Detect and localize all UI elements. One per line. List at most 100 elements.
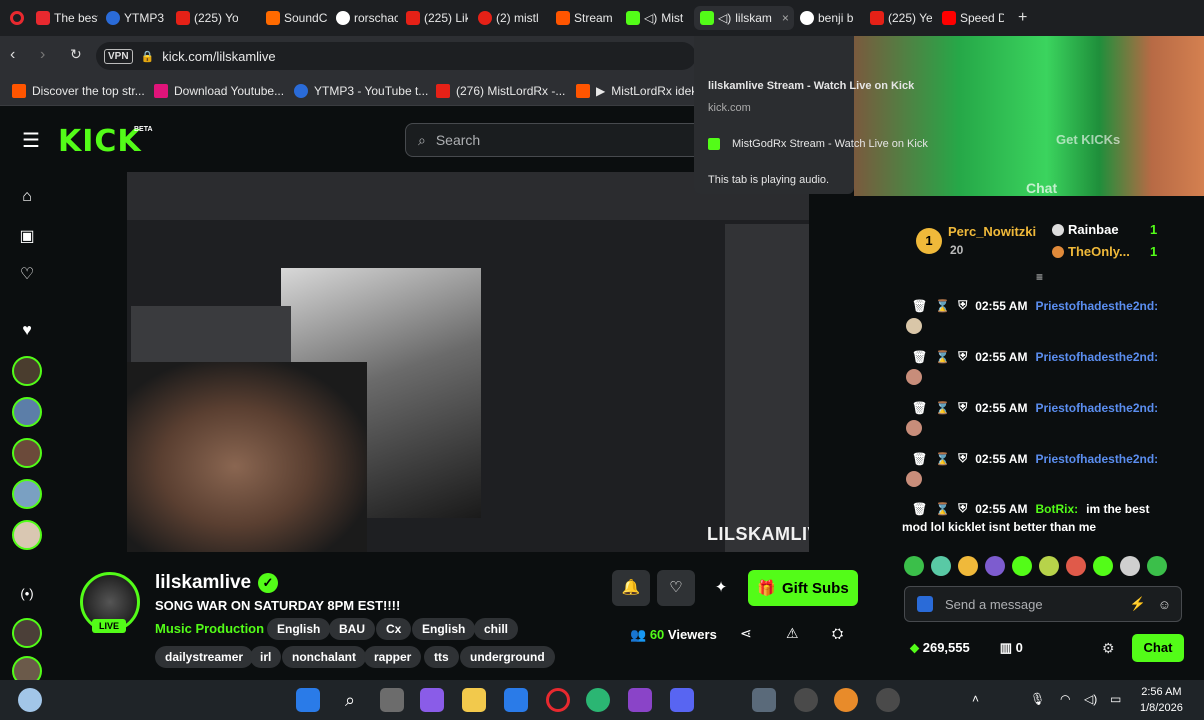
- reload-icon[interactable]: ↻: [70, 46, 82, 63]
- message-user[interactable]: BotRix:: [1035, 502, 1078, 516]
- close-tab-icon[interactable]: ×: [782, 11, 789, 25]
- kick-emote-icon[interactable]: [917, 596, 933, 612]
- home-icon[interactable]: ⌂: [17, 188, 37, 208]
- chat-settings-icon[interactable]: ⚙: [1102, 640, 1115, 657]
- points-display[interactable]: ⬥ 269,555: [910, 640, 970, 656]
- tag[interactable]: chill: [474, 618, 519, 640]
- taskbar-clock[interactable]: 2:56 AM 1/8/2026: [1140, 684, 1183, 716]
- timeout-icon[interactable]: ⌛: [935, 502, 950, 516]
- windows-start-icon[interactable]: [296, 688, 320, 712]
- kick-logo[interactable]: KICK: [58, 124, 142, 159]
- fl-studio-icon[interactable]: [834, 688, 858, 712]
- copilot-icon[interactable]: [420, 688, 444, 712]
- chat-send-button[interactable]: Chat: [1132, 634, 1184, 662]
- browser-tab[interactable]: YTMP3: [106, 6, 168, 30]
- browser-tab[interactable]: benji b: [800, 6, 862, 30]
- tag[interactable]: BAU: [329, 618, 375, 640]
- url-field[interactable]: VPN 🔒 kick.com/lilskamlive: [96, 42, 696, 70]
- share-icon[interactable]: ⋖: [740, 625, 752, 642]
- forward-icon[interactable]: ›: [40, 46, 45, 64]
- emote-icon[interactable]: [1012, 556, 1032, 576]
- timeout-icon[interactable]: ⌛: [935, 350, 950, 364]
- clip-button[interactable]: ✦: [702, 570, 740, 606]
- browser-tab[interactable]: (225) Yo: [176, 6, 238, 30]
- following-heart-icon[interactable]: ♡: [17, 264, 37, 284]
- vpn-badge[interactable]: VPN: [104, 48, 133, 64]
- opera-logo-icon[interactable]: [10, 11, 24, 25]
- emote-icon[interactable]: [985, 556, 1005, 576]
- followed-channel-avatar[interactable]: [12, 520, 42, 550]
- tag[interactable]: dailystreamer: [155, 646, 254, 668]
- followed-channel-avatar[interactable]: [12, 479, 42, 509]
- new-tab-icon[interactable]: +: [1018, 9, 1027, 27]
- chat-message-input[interactable]: Send a message ⚡ ☺: [904, 586, 1182, 622]
- emote-icon[interactable]: [1120, 556, 1140, 576]
- search-input[interactable]: ⌕ Search: [405, 123, 705, 157]
- delete-icon[interactable]: 🗑: [912, 401, 927, 415]
- followed-channel-avatar[interactable]: [12, 397, 42, 427]
- discord-icon[interactable]: [670, 688, 694, 712]
- tag[interactable]: rapper: [364, 646, 422, 668]
- stream-category[interactable]: Music Production: [155, 621, 264, 636]
- browser-tab-active[interactable]: ◁) lilskam ×: [694, 6, 794, 30]
- opera-icon[interactable]: [546, 688, 570, 712]
- bookmark-item[interactable]: Discover the top str...: [12, 84, 145, 98]
- tag[interactable]: underground: [460, 646, 555, 668]
- message-user[interactable]: Priestofhadesthe2nd:: [1035, 452, 1158, 466]
- weather-icon[interactable]: [18, 688, 42, 712]
- recommended-channel-avatar[interactable]: [12, 618, 42, 648]
- channel-name[interactable]: lilskamlive: [155, 572, 251, 594]
- followed-channel-avatar[interactable]: [12, 438, 42, 468]
- unfollow-button[interactable]: ♡: [657, 570, 695, 606]
- tag[interactable]: English: [412, 618, 476, 640]
- obs-icon[interactable]: [794, 688, 818, 712]
- followed-heart-icon[interactable]: ♥: [17, 322, 37, 342]
- bookmark-item[interactable]: Download Youtube...: [154, 84, 284, 98]
- task-view-icon[interactable]: [380, 688, 404, 712]
- back-icon[interactable]: ‹: [10, 46, 15, 64]
- bookmark-item[interactable]: YTMP3 - YouTube t...: [294, 84, 428, 98]
- emote-icon[interactable]: [904, 556, 924, 576]
- timeout-icon[interactable]: ⌛: [935, 299, 950, 313]
- browse-icon[interactable]: ▣: [17, 226, 37, 246]
- search-icon[interactable]: ⌕: [338, 688, 362, 712]
- report-icon[interactable]: ⚠: [786, 625, 799, 642]
- tag[interactable]: English: [267, 618, 331, 640]
- emote-icon[interactable]: [1147, 556, 1167, 576]
- ban-icon[interactable]: ⛨: [958, 400, 967, 415]
- browser-tab[interactable]: rorschac: [336, 6, 398, 30]
- video-editor-icon[interactable]: [628, 688, 652, 712]
- gifter-name[interactable]: TheOnly...: [1068, 244, 1130, 259]
- message-user[interactable]: Priestofhadesthe2nd:: [1035, 299, 1158, 313]
- media-player-icon[interactable]: [876, 688, 900, 712]
- emote-icon[interactable]: [1066, 556, 1086, 576]
- emote-icon[interactable]: [958, 556, 978, 576]
- message-user[interactable]: Priestofhadesthe2nd:: [1035, 401, 1158, 415]
- emote-icon[interactable]: [1093, 556, 1113, 576]
- emote-icon[interactable]: [1039, 556, 1059, 576]
- ban-icon[interactable]: ⛨: [958, 349, 967, 364]
- volume-icon[interactable]: ◁): [1084, 692, 1097, 706]
- browser-tab[interactable]: Stream: [556, 6, 618, 30]
- browser-tab[interactable]: ◁) Mist: [626, 6, 688, 30]
- gift-subs-button[interactable]: 🎁 Gift Subs: [748, 570, 858, 606]
- gift-counter[interactable]: ▥ 0: [1000, 640, 1023, 656]
- delete-icon[interactable]: 🗑: [912, 502, 927, 516]
- timeout-icon[interactable]: ⌛: [935, 452, 950, 466]
- notification-bell-button[interactable]: 🔔: [612, 570, 650, 606]
- profile-card-icon[interactable]: ⛭: [832, 625, 843, 642]
- browser-tab[interactable]: (2) mistl: [478, 6, 540, 30]
- edge-icon[interactable]: [586, 688, 610, 712]
- emoji-icon[interactable]: ☺: [1158, 597, 1171, 612]
- command-icon[interactable]: ⚡: [1130, 596, 1146, 612]
- delete-icon[interactable]: 🗑: [912, 350, 927, 364]
- pin-divider-icon[interactable]: ≡: [1036, 270, 1043, 284]
- browser-tab[interactable]: Speed D: [942, 6, 1004, 30]
- browser-tab[interactable]: (225) Ye: [870, 6, 932, 30]
- message-user[interactable]: Priestofhadesthe2nd:: [1035, 350, 1158, 364]
- ban-icon[interactable]: ⛨: [958, 298, 967, 313]
- tag[interactable]: nonchalant: [282, 646, 367, 668]
- outlook-icon[interactable]: [504, 688, 528, 712]
- delete-icon[interactable]: 🗑: [912, 452, 927, 466]
- browser-tab[interactable]: SoundC: [266, 6, 328, 30]
